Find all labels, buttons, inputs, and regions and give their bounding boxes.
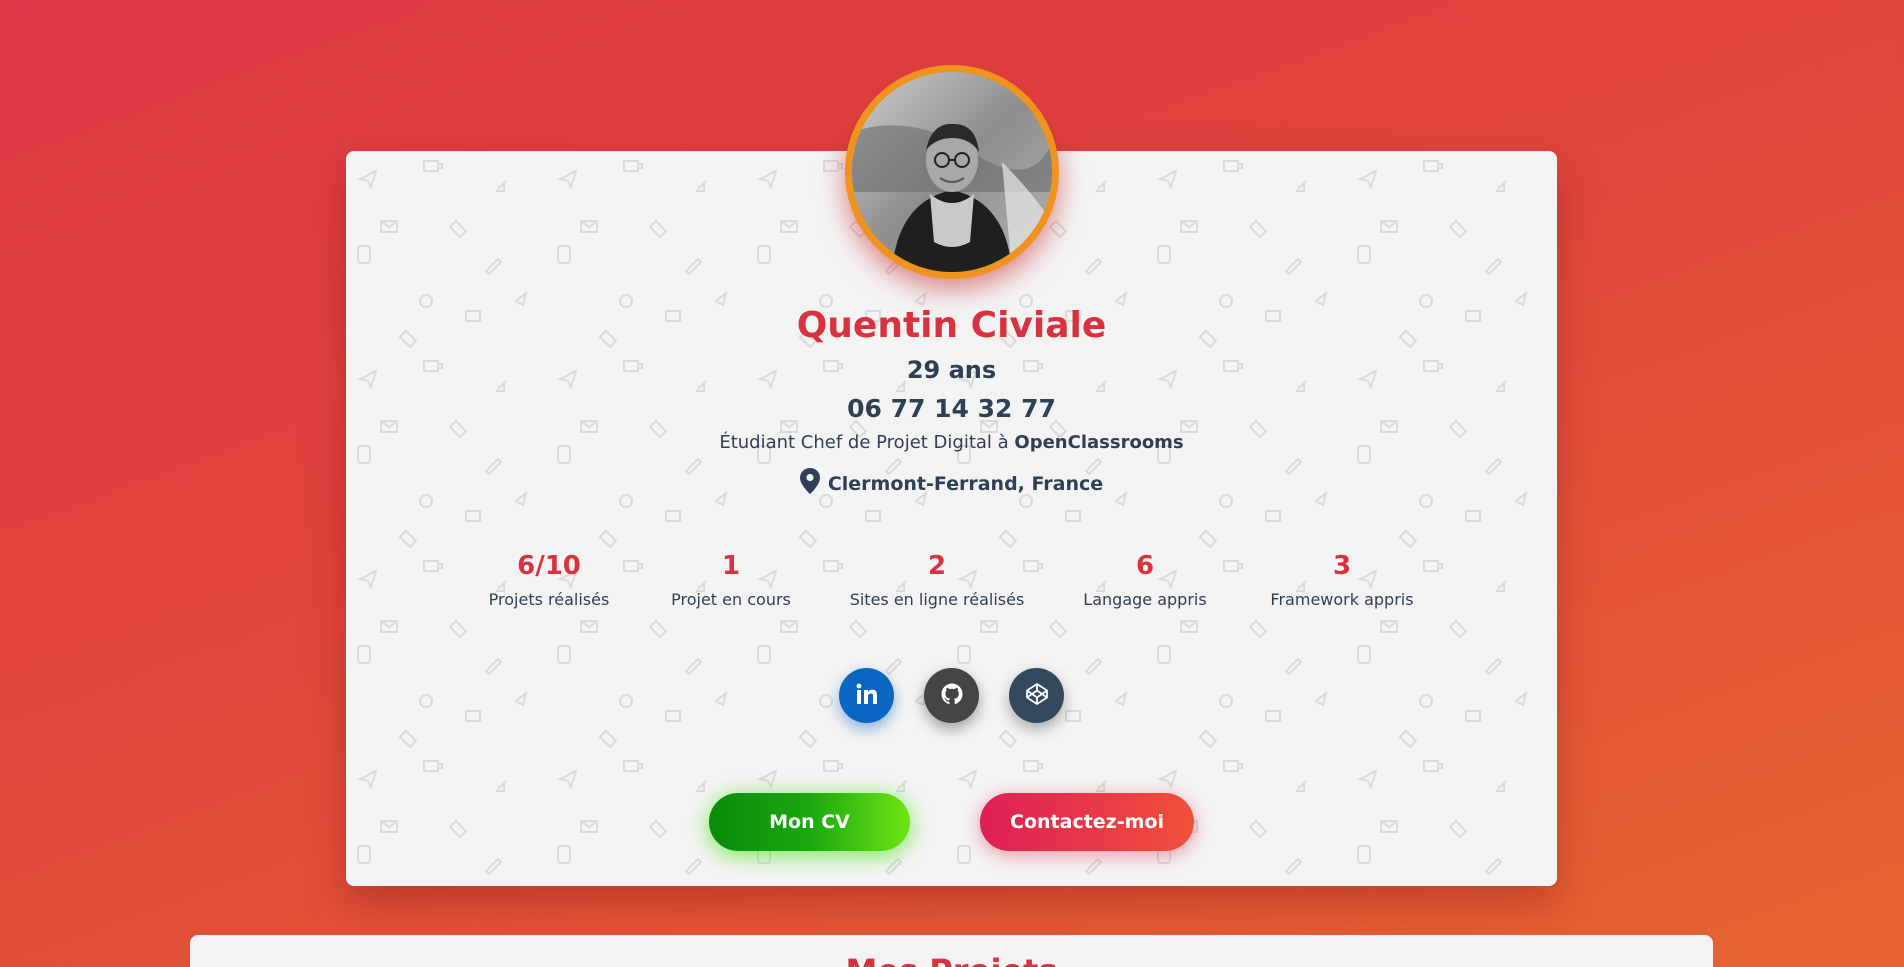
projects-card: Mes Projets — [190, 935, 1713, 967]
profile-location: Clermont-Ferrand, France — [346, 468, 1557, 499]
avatar-photo — [852, 72, 1052, 272]
map-pin-icon — [799, 468, 820, 499]
codepen-button[interactable] — [1009, 668, 1064, 723]
stat-value: 6/10 — [517, 551, 581, 581]
linkedin-button[interactable] — [839, 668, 894, 723]
stat-sites-online: 2 Sites en ligne réalisés — [850, 548, 1025, 609]
social-links — [346, 668, 1557, 724]
location-text: Clermont-Ferrand, France — [827, 472, 1104, 495]
stat-value: 6 — [1135, 551, 1155, 581]
profile-role: Étudiant Chef de Projet Digital à OpenCl… — [346, 432, 1557, 453]
stats-row: 6/10 Projets réalisés 1 Projet en cours … — [346, 548, 1557, 618]
github-icon — [940, 682, 964, 710]
stat-languages: 6 Langage appris — [1083, 548, 1206, 609]
stat-value: 3 — [1332, 551, 1352, 581]
stat-value: 1 — [721, 551, 741, 581]
codepen-icon — [1025, 682, 1049, 710]
stat-value: 2 — [927, 551, 947, 581]
stat-label: Projet en cours — [671, 590, 791, 609]
stat-projects-done: 6/10 Projets réalisés — [489, 548, 610, 609]
avatar — [845, 65, 1059, 279]
stat-label: Langage appris — [1083, 590, 1207, 609]
stat-label: Sites en ligne réalisés — [849, 590, 1025, 609]
stat-project-in-progress: 1 Projet en cours — [671, 548, 791, 609]
profile-age: 29 ans — [906, 356, 997, 384]
stat-label: Framework appris — [1270, 590, 1414, 609]
linkedin-icon — [856, 683, 878, 709]
stat-frameworks: 3 Framework appris — [1270, 548, 1413, 609]
stat-label: Projets réalisés — [488, 590, 610, 609]
role-organization: OpenClassrooms — [1014, 432, 1184, 453]
cv-button[interactable]: Mon CV — [709, 793, 910, 851]
github-button[interactable] — [924, 668, 979, 723]
role-text: Étudiant Chef de Projet Digital à — [719, 432, 1015, 453]
profile-name: Quentin Civiale — [796, 305, 1107, 346]
projects-section-title: Mes Projets — [190, 955, 1713, 967]
contact-button[interactable]: Contactez-moi — [980, 793, 1194, 851]
profile-phone: 06 77 14 32 77 — [847, 394, 1056, 423]
